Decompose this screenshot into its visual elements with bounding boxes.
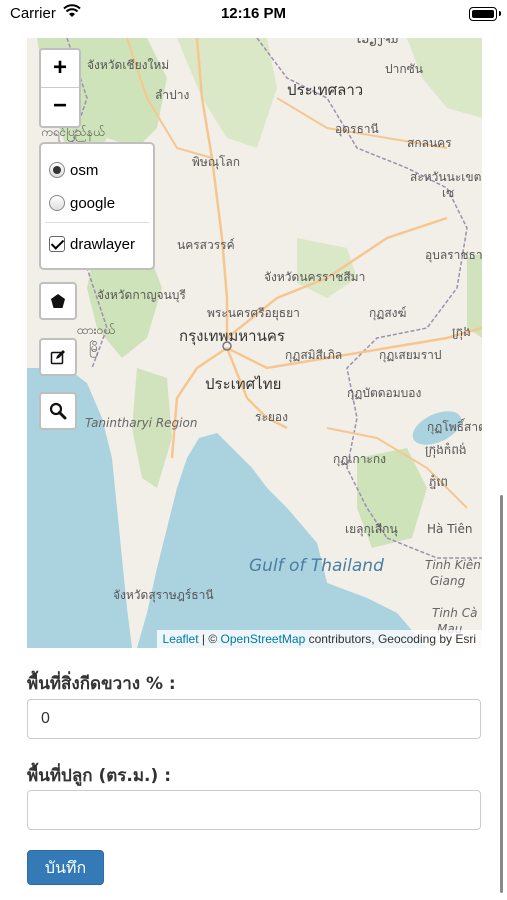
google-radio[interactable] xyxy=(49,195,65,211)
layer-label-osm: osm xyxy=(70,161,99,179)
map-label-kampong: ក្រុងកំពង់ xyxy=(425,443,467,457)
map-label-laos: ประเทศลาว xyxy=(287,81,364,99)
status-bar: Carrier 12:16 PM xyxy=(0,0,507,28)
map-label-prachinburi: กุฏสมิสีเภิล xyxy=(285,348,343,362)
layer-option-osm[interactable]: osm xyxy=(49,158,98,182)
map-label-udon: อุดรธานี xyxy=(335,122,379,136)
layer-option-google[interactable]: google xyxy=(49,191,115,215)
map-label-nakhon-ratchasima: จังหวัดนครราชสีมา xyxy=(264,270,366,284)
map-label-phitsanulok: พิษณุโลก xyxy=(192,155,241,169)
layer-divider xyxy=(45,222,149,223)
planted-area-label: พื้นที่ปลูก (ตร.ม.) : xyxy=(27,766,172,786)
save-button[interactable]: บันทึก xyxy=(27,850,104,885)
battery-icon xyxy=(469,7,501,21)
obstruct-area-input[interactable]: 0 xyxy=(27,699,481,739)
map-label-sihanouk: เยลุกุเสีกนุ xyxy=(345,522,398,536)
map-label-nakhon-sawan: นครสวรรค์ xyxy=(177,238,235,252)
map-label-se: เซ xyxy=(442,186,455,200)
search-button[interactable] xyxy=(39,392,77,430)
draw-polygon-button[interactable] xyxy=(39,282,77,320)
edit-layers-button[interactable] xyxy=(39,338,77,376)
zoom-out-button[interactable]: − xyxy=(41,87,79,125)
leaflet-link[interactable]: Leaflet xyxy=(163,632,199,646)
attribution-sep: | © xyxy=(198,632,221,646)
map-label-thailand: ประเทศไทย xyxy=(205,375,282,393)
map-label-siem: กุฏเสยมราป xyxy=(379,348,442,362)
drawlayer-checkbox[interactable] xyxy=(49,236,65,252)
map-label-myanmar-side: ထားဝယ် xyxy=(77,323,115,337)
map-label-tanintharyi: Tanintharyi Region xyxy=(85,416,198,430)
polygon-icon xyxy=(51,294,65,308)
layer-label-google: google xyxy=(70,194,116,212)
scrollbar[interactable] xyxy=(500,495,503,893)
map-label-kanchanaburi: จังหวัดกาญจนบุรี xyxy=(97,288,186,302)
map-label-sakon: สกลนคร xyxy=(407,136,452,150)
zoom-in-button[interactable]: + xyxy=(41,50,79,87)
map-label-chiang-mai: จังหวัดเชียงใหม่ xyxy=(87,58,170,72)
map-label-krong: ក្រុង xyxy=(452,325,471,339)
planted-area-input[interactable] xyxy=(27,790,481,830)
zoom-control: + − xyxy=(39,48,81,128)
clock: 12:16 PM xyxy=(220,5,287,22)
map-label-battambang: กุฏบัตดอมบอง xyxy=(347,386,422,400)
map-label-rayong: ระยอง xyxy=(255,410,288,424)
map-label-myanmar-side2: မြိ xyxy=(89,341,98,355)
attribution-text: contributors, Geocoding by Esri xyxy=(305,632,476,646)
layer-switcher: osm google drawlayer xyxy=(39,142,155,270)
map-label-ha-tien: Hà Tiên xyxy=(427,522,473,536)
map-label-gulf: Gulf of Thailand xyxy=(249,556,384,576)
layer-option-drawlayer[interactable]: drawlayer xyxy=(49,232,135,256)
map-label-pakxan: ปากซัน xyxy=(385,62,423,76)
map-label-pursat: กุฏโพธิ์สาต xyxy=(427,420,482,434)
map-attribution: Leaflet | © OpenStreetMap contributors, … xyxy=(156,630,482,648)
obstruct-area-label: พื้นที่สิ่งกีดขวาง % : xyxy=(27,674,176,694)
map-view[interactable]: จังหวัดเชียงใหม่ ลำปาง ကရင်ပြည်နယ် พิษณุ… xyxy=(27,38,482,648)
osm-radio[interactable] xyxy=(49,162,65,178)
search-icon xyxy=(49,402,67,420)
map-label-tinh-kien: Tinh Kiên xyxy=(425,558,481,572)
map-label-lampang: ลำปาง xyxy=(155,88,190,102)
map-label-koh-kong: กุฏเกาะกง xyxy=(333,452,386,466)
map-label-surat-thani: จังหวัดสุราษฎร์ธานี xyxy=(113,588,214,602)
map-label-sangkhla: กุฏสงฆ์ xyxy=(369,306,407,320)
map-label-phnom: ភ្នំពេ xyxy=(429,475,449,489)
map-label-tinh-ca: Tinh Cà xyxy=(432,606,478,620)
osm-link[interactable]: OpenStreetMap xyxy=(221,632,306,646)
edit-icon xyxy=(50,350,65,365)
map-label-ubon: อุบลราชธานี xyxy=(425,248,482,262)
map-label-giang: Giang xyxy=(430,574,466,588)
map-label-bangkok: กรุงเทพมหานคร xyxy=(179,327,285,345)
map-label-vientiane: ເວຽງຈັນ xyxy=(357,38,399,46)
map-label-ayutthaya: พระนครศรีอยุธยา xyxy=(207,306,300,320)
layer-label-drawlayer: drawlayer xyxy=(70,235,136,253)
